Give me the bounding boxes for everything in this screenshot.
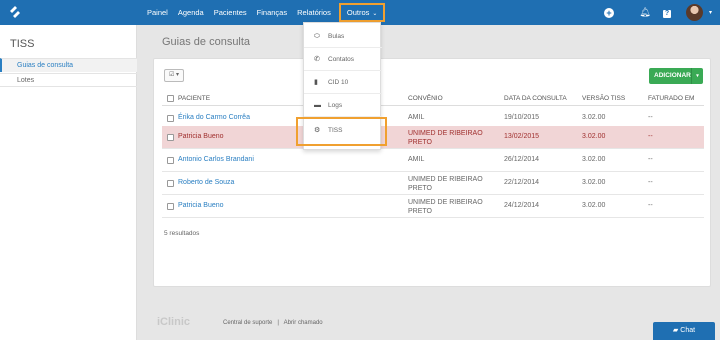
table-row[interactable]: Roberto de Souza UNIMED DE RIBEIRAO PRETO…: [162, 172, 704, 195]
patient-name-link[interactable]: Érika do Carmo Corrêa: [178, 114, 250, 121]
date-cell: 22/12/2014: [504, 179, 540, 186]
sidebar-title: TISS: [10, 38, 35, 50]
patient-name-link[interactable]: Patricia Bueno: [178, 133, 224, 140]
date-cell: 19/10/2015: [504, 114, 540, 121]
table-row[interactable]: Patricia Bueno UNIMED DE RIBEIRAO PRETO 1…: [162, 126, 704, 149]
version-cell: 3.02.00: [582, 179, 606, 186]
bulk-action-button[interactable]: ☑ ▾: [164, 69, 184, 82]
add-icon[interactable]: +: [598, 7, 620, 18]
results-count: 5 resultados: [164, 230, 200, 237]
caret-down-icon[interactable]: ▾: [691, 68, 703, 84]
row-checkbox[interactable]: [167, 180, 174, 187]
tiss-highlight-box: [296, 117, 387, 146]
caret-down-icon[interactable]: ▾: [709, 9, 712, 16]
folder-icon: ▬: [314, 102, 321, 109]
header-convenio[interactable]: CONVÊNIO: [408, 95, 443, 102]
version-cell: 3.02.00: [582, 202, 606, 209]
menu-item-label: CID 10: [328, 79, 349, 86]
patient-name-link[interactable]: Antonio Carlos Brandani: [178, 156, 254, 163]
convenio-cell: AMIL: [408, 156, 425, 163]
nav-pacientes[interactable]: Pacientes: [214, 0, 247, 25]
convenio-line1: UNIMED DE RIBEIRAO: [408, 199, 483, 206]
menu-item-logs[interactable]: ▬ Logs: [304, 95, 382, 117]
phone-icon: ✆: [314, 56, 320, 63]
app-logo-icon[interactable]: [8, 5, 22, 19]
sidebar: TISS Guias de consulta Lotes: [0, 25, 137, 340]
document-icon: ▮: [314, 79, 318, 86]
pill-icon: ⬭: [314, 33, 320, 40]
row-checkbox[interactable]: [167, 134, 174, 141]
table-header: PACIENTE CONVÊNIO DATA DA CONSULTA VERSÃ…: [162, 92, 704, 106]
sidebar-item-guias[interactable]: Guias de consulta: [0, 58, 137, 72]
menu-item-label: Contatos: [328, 56, 355, 63]
footer-links: Central de suporte | Abrir chamado: [223, 320, 323, 326]
menu-item-contatos[interactable]: ✆ Contatos: [304, 49, 382, 71]
avatar[interactable]: [685, 4, 703, 21]
convenio-cell: AMIL: [408, 114, 425, 121]
page-title: Guias de consulta: [162, 36, 251, 48]
open-ticket-link[interactable]: Abrir chamado: [284, 320, 323, 326]
billed-cell: --: [648, 179, 653, 186]
version-cell: 3.02.00: [582, 114, 606, 121]
top-icons: + 🔔︎ ? ▾: [598, 0, 720, 25]
header-paciente[interactable]: PACIENTE: [178, 95, 210, 102]
convenio-line2: PRETO: [408, 208, 432, 215]
chat-icon: ▰: [672, 327, 679, 334]
nav-financas[interactable]: Finanças: [257, 0, 287, 25]
nav-painel[interactable]: Painel: [147, 0, 168, 25]
menu-item-label: Logs: [328, 102, 343, 109]
check-icon: ☑: [168, 72, 175, 78]
row-checkbox[interactable]: [167, 203, 174, 210]
menu-item-bulas[interactable]: ⬭ Bulas: [304, 26, 382, 48]
patient-name-link[interactable]: Roberto de Souza: [178, 179, 234, 186]
select-all-checkbox[interactable]: [167, 95, 174, 102]
help-icon[interactable]: ?: [656, 7, 678, 18]
bell-icon[interactable]: 🔔︎: [634, 7, 656, 18]
chat-button[interactable]: ▰ Chat: [653, 322, 715, 340]
convenio-line1: UNIMED DE RIBEIRAO: [408, 176, 483, 183]
convenio-cell: UNIMED DE RIBEIRAO PRETO: [408, 129, 483, 147]
table-row[interactable]: Antonio Carlos Brandani AMIL 26/12/2014 …: [162, 149, 704, 172]
convenio-line2: PRETO: [408, 185, 432, 192]
menu-item-label: Bulas: [328, 33, 345, 40]
header-faturado[interactable]: FATURADO EM: [648, 95, 694, 102]
nav-agenda[interactable]: Agenda: [178, 0, 204, 25]
billed-cell: --: [648, 114, 653, 121]
sidebar-item-lotes[interactable]: Lotes: [0, 73, 137, 87]
date-cell: 13/02/2015: [504, 133, 540, 140]
date-cell: 26/12/2014: [504, 156, 540, 163]
content-card: ☑ ▾ ADICIONAR ▾ PACIENTE CONVÊNIO DATA D…: [153, 58, 711, 287]
footer-logo: iClinic: [157, 316, 191, 328]
chevron-down-icon: ⌄: [372, 11, 378, 17]
chat-label: Chat: [680, 327, 696, 334]
menu-item-cid10[interactable]: ▮ CID 10: [304, 72, 382, 94]
date-cell: 24/12/2014: [504, 202, 540, 209]
convenio-line1: UNIMED DE RIBEIRAO: [408, 130, 483, 137]
footer-separator: |: [277, 320, 279, 326]
table-row[interactable]: Patricia Bueno UNIMED DE RIBEIRAO PRETO 2…: [162, 195, 704, 218]
version-cell: 3.02.00: [582, 156, 606, 163]
row-checkbox[interactable]: [167, 157, 174, 164]
convenio-cell: UNIMED DE RIBEIRAO PRETO: [408, 175, 483, 193]
convenio-cell: UNIMED DE RIBEIRAO PRETO: [408, 198, 483, 216]
version-cell: 3.02.00: [582, 133, 606, 140]
patient-name-link[interactable]: Patricia Bueno: [178, 202, 224, 209]
convenio-line2: PRETO: [408, 139, 432, 146]
header-data[interactable]: DATA DA CONSULTA: [504, 95, 567, 102]
billed-cell: --: [648, 156, 653, 163]
billed-cell: --: [648, 202, 653, 209]
nav-outros[interactable]: Outros ⌄: [338, 3, 386, 22]
billed-cell: --: [648, 133, 653, 140]
support-link[interactable]: Central de suporte: [223, 320, 272, 326]
row-checkbox[interactable]: [167, 115, 174, 122]
header-versao[interactable]: VERSÃO TISS: [582, 95, 625, 102]
nav-outros-label: Outros: [346, 8, 370, 17]
add-button-label: ADICIONAR: [654, 72, 691, 79]
add-button[interactable]: ADICIONAR ▾: [649, 68, 703, 84]
